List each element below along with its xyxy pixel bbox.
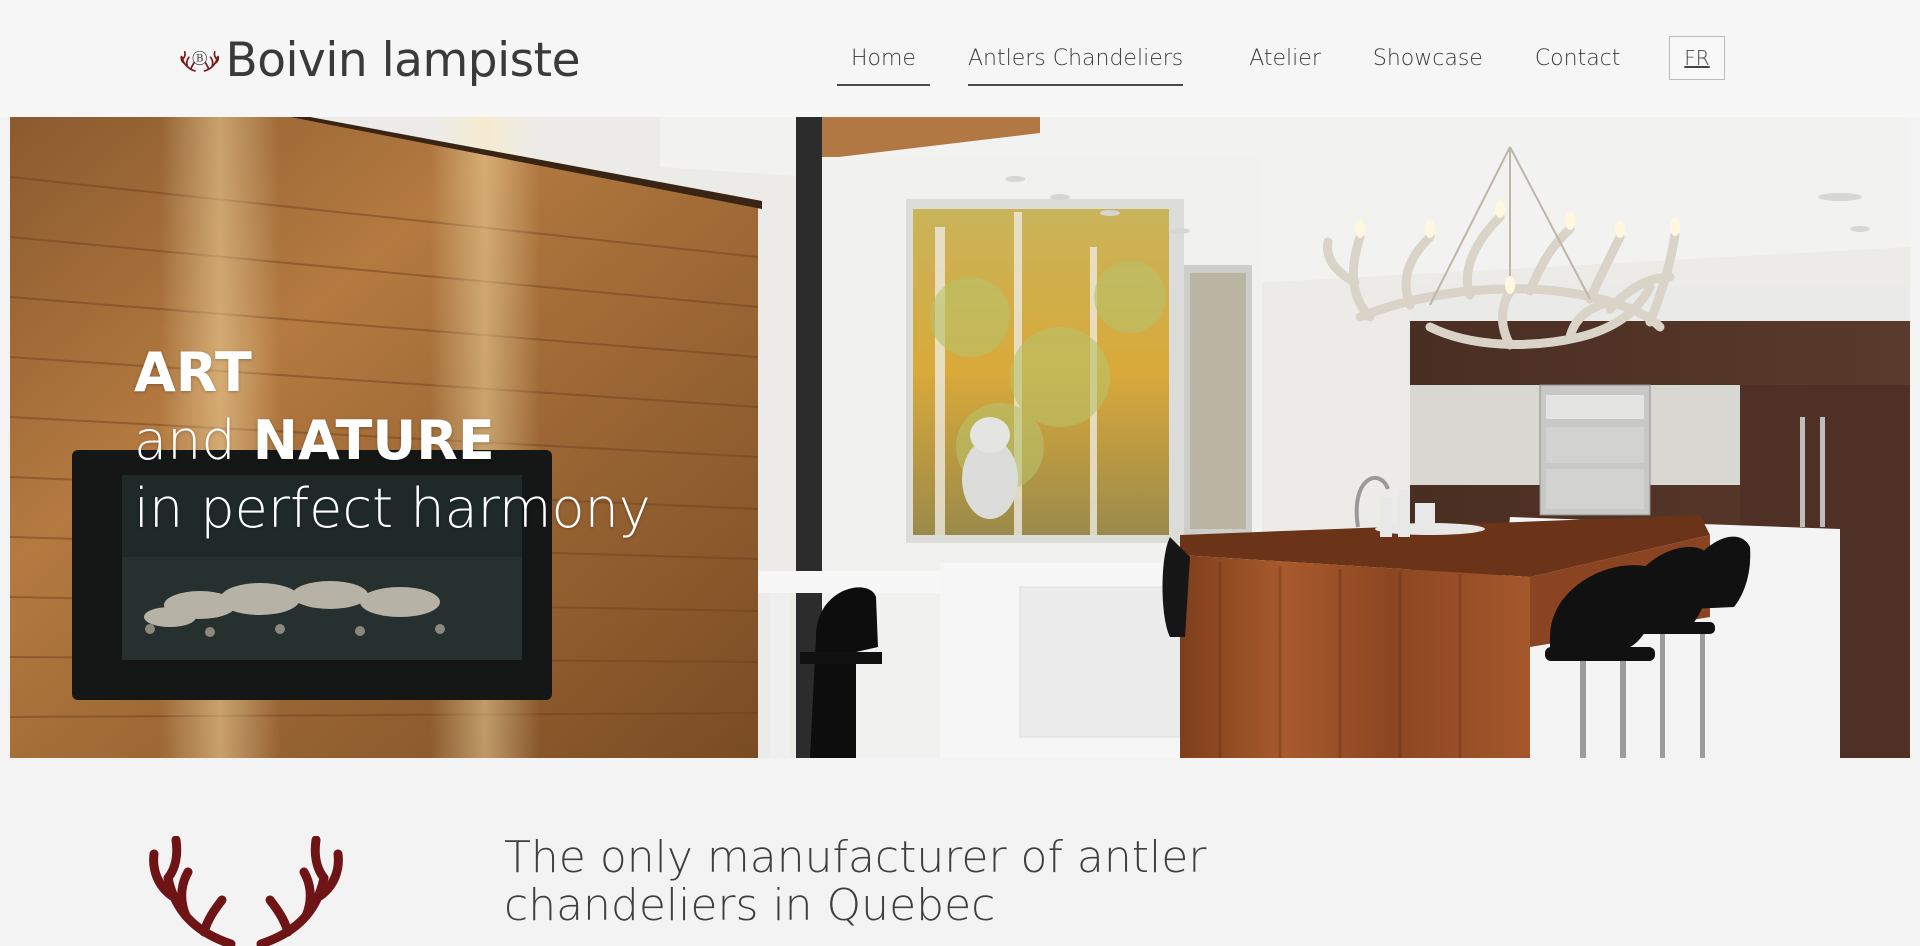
antlers-icon [149,836,343,946]
nav-item-home[interactable]: Home [837,37,930,86]
svg-text:B: B [196,54,204,65]
site-header: B Boivin lampiste Home Antlers Chandelie… [0,0,1920,117]
hero-banner: ART and NATURE in perfect harmony [10,117,1910,758]
hero-word-art: ART [134,341,252,404]
nav-item-antlers-chandeliers[interactable]: Antlers Chandeliers [967,37,1184,86]
hero-headline: ART and NATURE in perfect harmony [134,339,651,543]
hero-line-1: ART [134,339,651,407]
hero-line-3: in perfect harmony [134,477,651,540]
intro-tagline: The only manufacturer of antler chandeli… [504,834,1264,930]
brand-name: Boivin lampiste [225,32,580,88]
antler-b-logo-icon: B [180,50,220,72]
main-nav: Home Antlers Chandeliers Atelier Showcas… [837,0,1658,117]
hero-word-nature: NATURE [252,409,495,472]
language-toggle-button[interactable]: FR [1669,36,1725,80]
nav-item-atelier[interactable]: Atelier [1235,37,1335,80]
hero-line-2: and NATURE [134,407,651,475]
nav-item-contact[interactable]: Contact [1521,37,1635,80]
hero-word-and: and [134,409,253,472]
site-logo[interactable]: B Boivin lampiste [180,22,580,98]
nav-item-showcase[interactable]: Showcase [1359,37,1497,80]
tagline-line-2: chandeliers in Quebec [504,880,996,931]
tagline-line-1: The only manufacturer of antler [504,832,1207,883]
